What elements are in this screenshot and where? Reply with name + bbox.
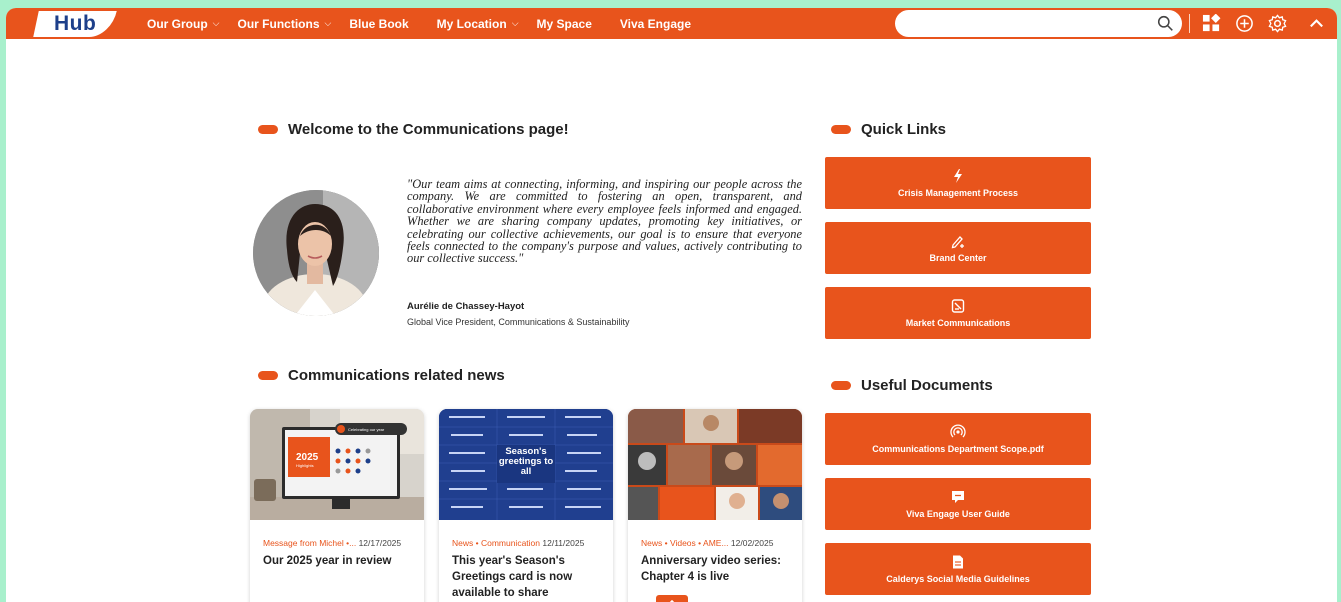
quote-author: Aurélie de Chassey-Hayot [407,301,525,312]
quick-link-label: Crisis Management Process [897,188,1019,198]
news-title[interactable]: Our 2025 year in review [263,553,413,569]
news-date: 12/11/2025 [542,538,585,548]
documents-title-text: Useful Documents [861,377,993,394]
quick-link-market-communications[interactable]: Market Communications [825,287,1091,339]
thumb-year: 2025 [296,452,319,463]
thumb-badge-text: Celebrating our year [348,427,385,432]
nav-viva-engage[interactable]: Viva Engage [616,17,695,31]
add-circle-icon[interactable] [1235,14,1254,33]
quick-link-label: Market Communications [905,318,1011,328]
nav-our-group[interactable]: Our Group ⌵ [143,17,224,31]
news-title-text: Communications related news [288,367,505,384]
nav-label: Blue Book [349,16,409,31]
title-pill-decoration [831,381,851,390]
portrait-image [253,190,379,316]
logo-text: Hub [53,12,97,35]
anniversary-collage-image [628,409,802,520]
news-tags: News • Communication [452,538,541,548]
document-icon [951,299,965,313]
author-role: Global Vice President, Communications & … [407,317,630,327]
main-nav: Our Group ⌵ Our Functions ⌵ Blue Book My L… [143,8,705,39]
quick-link-label: Brand Center [929,253,987,263]
news-title[interactable]: This year's Season's Greetings card is n… [452,553,602,601]
document-social-media-guidelines[interactable]: Calderys Social Media Guidelines [825,543,1091,595]
news-date: 12/17/2025 [358,538,402,548]
broadcast-icon [950,424,966,438]
page-content: Welcome to the Communications page! "Our… [6,39,1337,602]
quick-links-title: Quick Links [831,121,946,138]
document-viva-engage-guide[interactable]: Viva Engage User Guide [825,478,1091,530]
news-tags: Message from Michel •... [263,538,357,548]
chevron-down-icon: ⌵ [324,18,332,28]
document-label: Calderys Social Media Guidelines [886,574,1030,584]
news-section-title: Communications related news [258,367,505,384]
nav-label: Our Group [147,16,208,31]
welcome-title-text: Welcome to the Communications page! [288,121,569,138]
chevron-down-icon: ⌵ [212,18,220,28]
office-monitor-image: 2025 Highlights Celebrating our year [250,409,424,520]
document-communications-scope[interactable]: Communications Department Scope.pdf [825,413,1091,465]
quick-link-crisis-management[interactable]: Crisis Management Process [825,157,1091,209]
hub-logo[interactable]: Hub [33,11,117,37]
documents-section-title: Useful Documents [831,377,993,394]
nav-label: My Space [536,16,592,31]
news-card[interactable]: Season's greetings to all News • Communi… [439,409,613,602]
news-meta: News • Videos • AME... 12/02/2025 [641,538,793,548]
title-pill-decoration [258,125,278,134]
nav-label: My Location [436,16,507,31]
apps-icon[interactable] [1202,14,1221,33]
nav-label: Viva Engage [619,16,692,31]
document-label: Viva Engage User Guide [906,509,1010,519]
nav-blue-book[interactable]: Blue Book [345,17,412,31]
top-navigation-bar: Hub Our Group ⌵ Our Functions ⌵ Blue Book … [6,8,1337,39]
news-card[interactable]: 2025 Highlights Celebrating our year Mes… [250,409,424,602]
nav-my-location[interactable]: My Location ⌵ [433,17,523,31]
thumb-highlights: Highlights [296,463,314,468]
quick-links-title-text: Quick Links [861,121,947,138]
quick-link-brand-center[interactable]: Brand Center [825,222,1091,274]
nav-our-functions[interactable]: Our Functions ⌵ [234,17,336,31]
toolbar-divider [1189,14,1190,33]
document-label: Communications Department Scope.pdf [872,444,1044,454]
season-greetings-image: Season's greetings to all [439,409,613,520]
news-card[interactable]: News • Videos • AME... 12/02/2025 Annive… [628,409,802,602]
title-pill-decoration [831,125,851,134]
chevron-down-icon: ⌵ [511,18,519,28]
welcome-section-title: Welcome to the Communications page! [258,121,569,138]
pen-add-icon [951,236,964,249]
settings-icon[interactable] [1268,14,1287,33]
thumb-greetings-text: Season's greetings to all [498,446,554,477]
news-date: 12/02/2025 [730,538,774,548]
nav-label: Our Functions [237,16,320,31]
welcome-quote: "Our team aims at connecting, informing,… [407,177,802,266]
avatar [253,190,379,316]
collapse-chevron-icon[interactable] [1307,14,1326,33]
title-pill-decoration [258,371,278,380]
scroll-to-top-button[interactable] [656,595,688,602]
lightning-icon [954,169,962,183]
nav-my-space[interactable]: My Space [533,17,596,31]
news-meta: Message from Michel •... 12/17/2025 [263,538,415,548]
news-thumbnail [628,409,802,520]
page-icon [953,555,963,569]
news-tags: News • Videos • AME... [641,538,729,548]
news-title[interactable]: Anniversary video series: Chapter 4 is l… [641,553,791,585]
search-input[interactable] [895,10,1182,37]
chat-icon [952,491,964,503]
browser-frame: Hub Our Group ⌵ Our Functions ⌵ Blue Book … [6,8,1337,602]
news-thumbnail: 2025 Highlights Celebrating our year [250,409,424,520]
news-thumbnail: Season's greetings to all [439,409,613,520]
search-icon[interactable] [1157,15,1174,32]
news-meta: News • Communication 12/11/2025 [452,538,604,548]
